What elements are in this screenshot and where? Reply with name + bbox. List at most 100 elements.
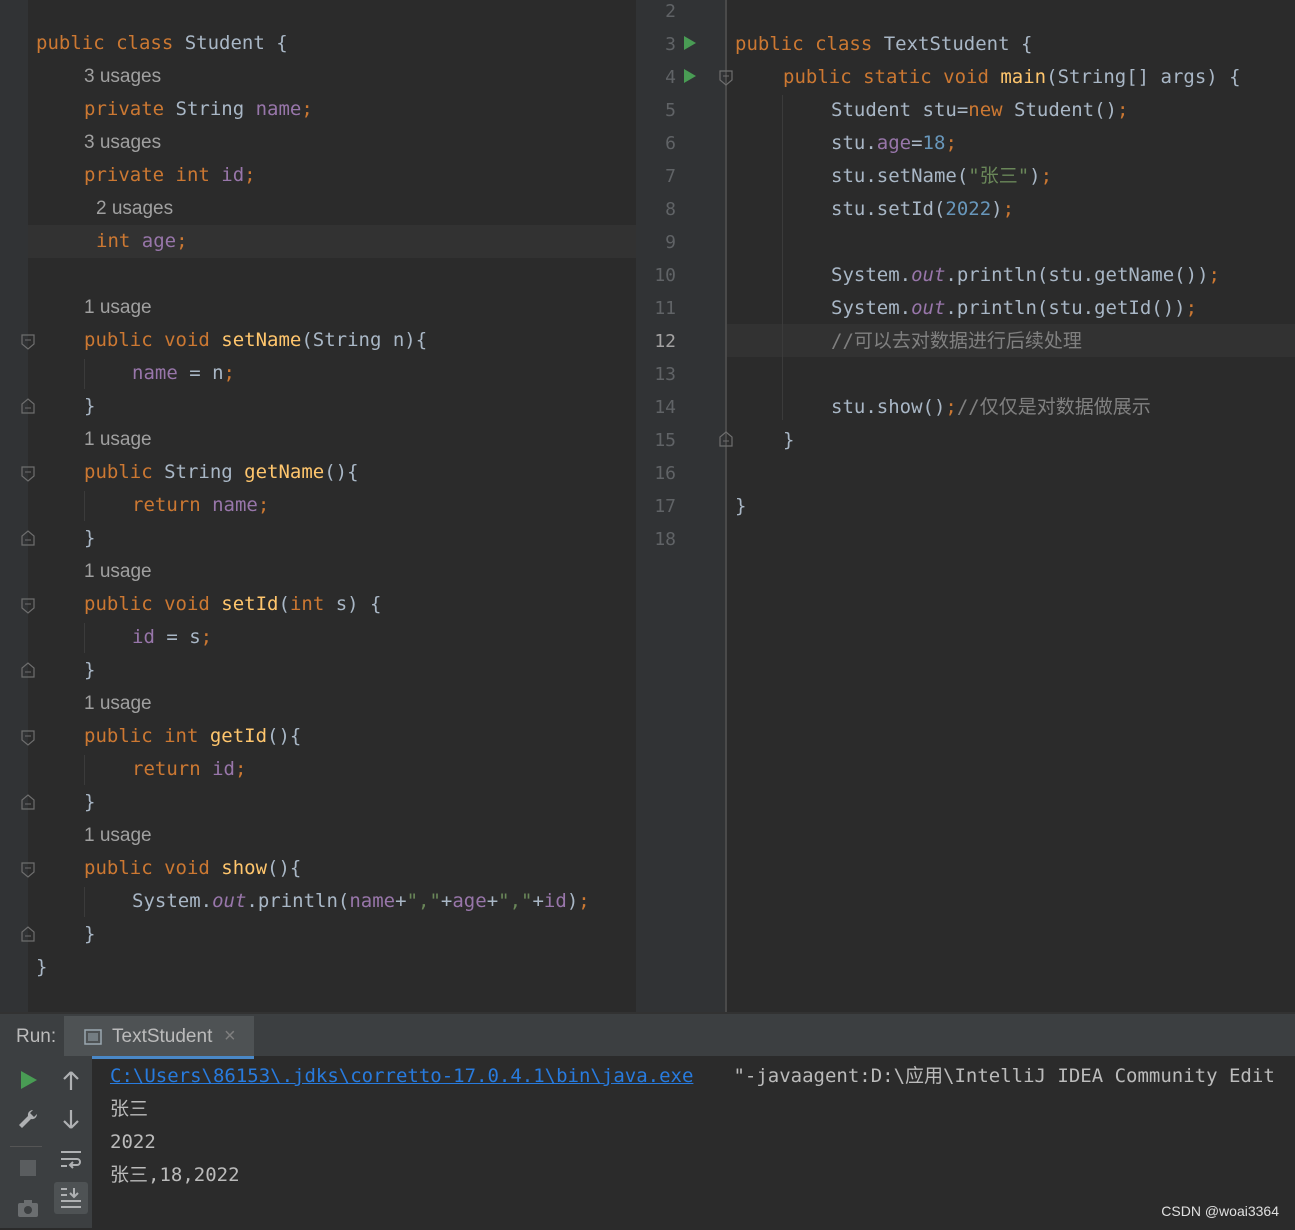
usages-hint[interactable]: 3 usages [84,126,161,159]
fold-end-marker-icon[interactable] [21,926,35,942]
run-gutter-icon[interactable] [683,35,697,51]
code-line: private String name; [84,93,313,126]
code-token: (String[] args) { [1046,66,1241,88]
run-icon[interactable] [19,1070,39,1090]
fold-marker-icon[interactable] [21,730,35,746]
code-token: public [84,593,165,615]
usages-hint[interactable]: 1 usage [84,423,152,456]
fold-end-marker-icon[interactable] [21,398,35,414]
code-token: out [911,297,946,319]
wrench-icon[interactable] [17,1108,39,1130]
usages-hint[interactable]: 3 usages [84,60,161,93]
code-token: public [783,66,864,88]
code-token: void [164,593,222,615]
code-line: stu.age=18; [831,127,957,160]
code-token: stu.show() [831,396,946,418]
code-line: public void setName(String n){ [84,324,427,357]
code-token: ; [176,230,188,252]
soft-wrap-icon[interactable] [59,1148,83,1172]
fold-marker-icon[interactable] [21,862,35,878]
console-command-link[interactable]: C:\Users\86153\.jdks\corretto-17.0.4.1\b… [110,1060,693,1093]
code-token: System. [831,297,912,319]
arrow-down-icon[interactable] [60,1108,82,1130]
code-line: Student stu=new Student(); [831,94,1128,127]
code-token: } [36,956,48,978]
fold-end-marker-icon[interactable] [719,431,733,447]
camera-icon[interactable] [17,1198,39,1218]
fold-marker-icon[interactable] [719,70,733,86]
code-line: public class TextStudent { [735,28,1032,61]
code-token: public [36,32,117,54]
line-number: 11 [654,298,676,319]
close-tab-icon[interactable]: × [224,1025,236,1048]
code-line: } [84,786,95,819]
console-output-line: 张三 [110,1098,149,1120]
code-token: return [132,494,213,516]
code-token: } [84,923,96,945]
code-line: public void setId(int s) { [84,588,381,621]
indent-guide [84,623,85,653]
stop-icon[interactable] [19,1159,37,1177]
code-token: out [212,890,247,912]
line-number: 16 [654,463,676,484]
code-token: ; [301,98,313,120]
code-token: ) [566,890,579,912]
code-line: } [36,951,47,984]
fold-marker-icon[interactable] [21,598,35,614]
console-output-line: 张三,18,2022 [110,1164,240,1186]
fold-end-marker-icon[interactable] [21,794,35,810]
line-number: 2 [665,1,676,22]
code-token: } [783,429,795,451]
code-token: id [212,758,235,780]
code-token: ; [1040,165,1053,187]
code-token: ; [257,494,270,516]
usages-hint[interactable]: 1 usage [84,819,152,852]
code-line: name = n; [132,357,235,390]
code-token: s) { [335,593,382,615]
fold-end-marker-icon[interactable] [21,530,35,546]
code-token: public [84,857,165,879]
code-token: } [84,659,96,681]
run-gutter-icon[interactable] [683,68,697,84]
line-number: 13 [654,364,676,385]
code-token: class [815,33,884,55]
code-token: static [863,66,944,88]
code-token: ; [1185,297,1198,319]
code-token: ; [1002,198,1015,220]
code-token: } [84,791,96,813]
code-token: = [911,132,923,154]
fold-marker-icon[interactable] [21,334,35,350]
code-line: id = s; [132,621,212,654]
usages-hint[interactable]: 2 usages [96,192,173,225]
code-token: setId [221,593,279,615]
fold-end-marker-icon[interactable] [21,662,35,678]
code-token: //可以去对数据进行后续处理 [831,330,1082,352]
code-token: age [141,230,177,252]
arrow-up-icon[interactable] [60,1070,82,1092]
console-command-args: "-javaagent:D:\应用\IntelliJ IDEA Communit… [722,1065,1275,1087]
usages-hint[interactable]: 1 usage [84,687,152,720]
code-token: stu.setName( [831,165,969,187]
line-number: 4 [665,67,676,88]
scroll-to-end-icon[interactable] [59,1186,83,1210]
code-token: = s [166,626,201,648]
code-token: name [212,494,258,516]
code-token: System. [831,264,912,286]
usages-hint[interactable]: 1 usage [84,291,152,324]
console-output-line: 2022 [110,1131,156,1153]
code-token: show [221,857,268,879]
run-label: Run: [16,1026,57,1047]
indent-guide [84,755,85,785]
code-line: stu.setId(2022); [831,193,1014,226]
indent-guide [782,95,783,420]
fold-marker-icon[interactable] [21,466,35,482]
usages-hint[interactable]: 1 usage [84,555,152,588]
code-token: TextStudent { [883,33,1033,55]
code-line: public void show(){ [84,852,301,885]
code-token: 18 [922,132,946,154]
code-token: int [289,593,336,615]
code-line: private int id; [84,159,256,192]
indent-guide [84,491,85,521]
code-token: public [735,33,816,55]
code-line: public static void main(String[] args) { [783,61,1241,94]
